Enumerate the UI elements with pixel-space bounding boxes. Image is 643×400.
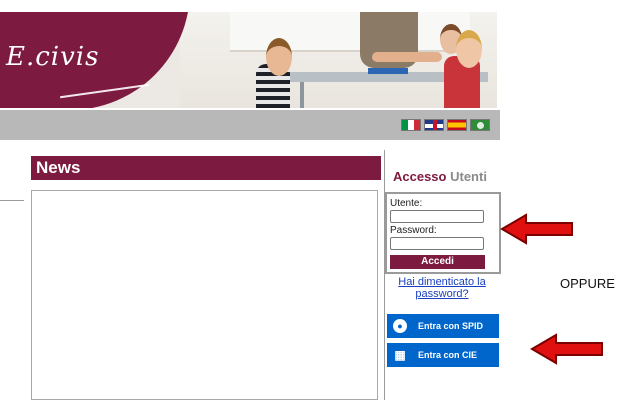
divider xyxy=(0,200,24,201)
cie-card-icon: ▦ xyxy=(394,348,406,362)
red-arrow-icon xyxy=(500,213,573,245)
page: E.civis News Accesso Utenti Utente: Pass… xyxy=(0,0,643,400)
flag-ladin-icon[interactable] xyxy=(470,119,490,131)
spid-button-label: Entra con SPID xyxy=(418,321,484,331)
banner-board xyxy=(230,12,470,52)
spid-login-button[interactable]: ● Entra con SPID xyxy=(387,314,499,338)
red-arrow-icon xyxy=(530,333,603,365)
username-input[interactable] xyxy=(390,210,484,223)
login-title-accesso: Accesso xyxy=(393,169,447,184)
flag-spain-icon[interactable] xyxy=(447,119,467,131)
cie-login-button[interactable]: ▦ Entra con CIE xyxy=(387,343,499,367)
password-label: Password: xyxy=(390,225,437,236)
login-title: Accesso Utenti xyxy=(393,169,487,184)
language-selector xyxy=(401,119,490,131)
banner-book xyxy=(368,68,408,74)
banner-child-head xyxy=(456,30,482,68)
flag-uk-icon[interactable] xyxy=(424,119,444,131)
banner-teacher-arm xyxy=(372,52,442,62)
login-title-utenti: Utenti xyxy=(450,169,487,184)
banner-child-head xyxy=(266,38,292,76)
header-banner: E.civis xyxy=(0,12,497,108)
login-button[interactable]: Accedi xyxy=(390,255,485,269)
oppure-annotation: OPPURE xyxy=(560,276,615,291)
password-input[interactable] xyxy=(390,237,484,250)
logo[interactable]: E.civis xyxy=(6,42,99,72)
banner-desk-leg xyxy=(300,82,304,108)
cie-button-label: Entra con CIE xyxy=(418,350,478,360)
flag-italy-icon[interactable] xyxy=(401,119,421,131)
spid-icon: ● xyxy=(393,319,407,333)
divider xyxy=(384,150,385,400)
news-panel xyxy=(31,190,378,400)
forgot-password-link[interactable]: Hai dimenticato la password? xyxy=(392,276,492,300)
news-header xyxy=(31,156,381,180)
news-title: News xyxy=(36,158,81,177)
username-label: Utente: xyxy=(390,198,423,209)
